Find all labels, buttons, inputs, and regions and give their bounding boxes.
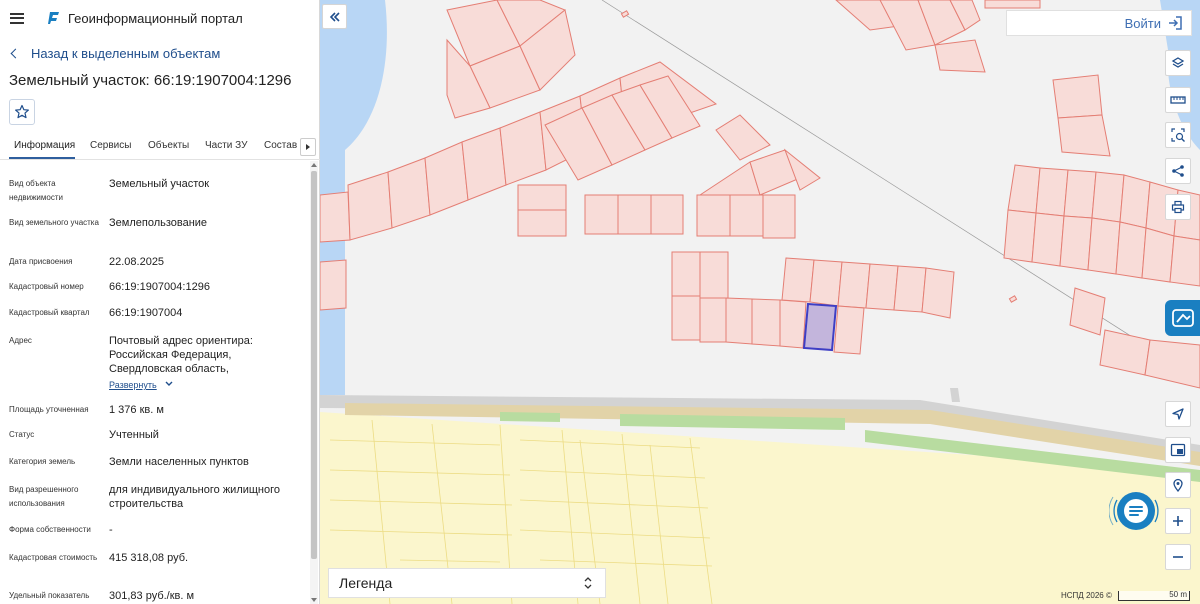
boundary-marker	[1008, 295, 1018, 303]
measure-button[interactable]	[1165, 87, 1191, 113]
legend-label: Легенда	[339, 575, 393, 591]
locate-button[interactable]	[1165, 401, 1191, 427]
layers-button[interactable]	[1165, 50, 1191, 76]
field-value: Земли населенных пунктов	[109, 456, 249, 468]
chevron-down-icon	[165, 381, 173, 386]
field-label: Кадастровая стоимость	[9, 553, 98, 562]
tab-composition[interactable]: Состав	[264, 140, 297, 151]
scale-label: 50 m	[1169, 590, 1187, 599]
scale-bar: 50 m	[1118, 591, 1190, 601]
expand-address-link[interactable]: Развернуть	[109, 378, 304, 392]
login-icon	[1169, 16, 1182, 30]
field-value: 415 318,08 руб.	[109, 552, 189, 564]
collapse-panel-button[interactable]	[322, 4, 347, 29]
login-button[interactable]: Войти	[1006, 10, 1192, 36]
print-icon	[1171, 200, 1185, 214]
portal-logo-icon	[47, 11, 61, 25]
field-label: Площадь уточненная	[9, 405, 89, 414]
field-label: Вид земельного участка	[9, 218, 99, 227]
field-label: Вид объекта недвижимости	[9, 179, 63, 202]
field-label: Форма собственности	[9, 525, 91, 534]
field-value: Земельный участок	[109, 178, 210, 190]
chevron-left-icon	[10, 48, 21, 59]
field-label: Удельный показатель	[9, 591, 90, 600]
field-value: 301,83 руб./кв. м	[109, 590, 195, 602]
scrollbar-thumb[interactable]	[311, 171, 317, 559]
star-icon	[15, 104, 29, 119]
share-button[interactable]	[1165, 158, 1191, 184]
tab-parts[interactable]: Части ЗУ	[205, 140, 247, 151]
layers-icon	[1171, 57, 1185, 68]
map-canvas[interactable]	[320, 0, 1200, 604]
tab-services[interactable]: Сервисы	[90, 140, 131, 151]
navigation-arrow-icon	[1172, 408, 1184, 420]
area-select-button[interactable]	[1165, 122, 1191, 148]
scroll-down-arrow[interactable]	[311, 598, 317, 602]
map-attribution: НСПД 2026 ©	[1061, 591, 1112, 600]
field-value: 1 376 кв. м	[109, 404, 164, 416]
legend-selector[interactable]: Легенда	[328, 568, 606, 598]
app-title: Геоинформационный портал	[68, 10, 243, 26]
field-label: Адрес	[9, 336, 32, 345]
basemap-icon	[1170, 443, 1186, 457]
field-value: Почтовый адрес ориентира: Российская Фед…	[109, 335, 253, 375]
attributes-list: Вид объекта недвижимости Земельный участ…	[0, 161, 309, 604]
minus-icon	[1173, 556, 1183, 558]
print-button[interactable]	[1165, 194, 1191, 220]
zoom-in-button[interactable]	[1165, 508, 1191, 534]
field-value: -	[109, 524, 113, 536]
double-chevron-left-icon	[329, 11, 340, 22]
ruler-icon	[1170, 96, 1186, 104]
field-label: Категория земель	[9, 457, 76, 466]
field-label: Кадастровый номер	[9, 282, 84, 291]
selected-parcel[interactable]	[802, 302, 838, 352]
search-location-button[interactable]	[1165, 472, 1191, 498]
parcels[interactable]	[320, 0, 1200, 389]
panel-scrollbar[interactable]	[310, 161, 318, 604]
tabs-next-button[interactable]	[300, 138, 316, 156]
side-panel-toggle[interactable]	[1165, 300, 1200, 336]
field-value[interactable]: 66:19:1907004	[109, 306, 304, 320]
updown-chevron-icon	[583, 576, 593, 591]
info-panel: Геоинформационный портал Назад к выделен…	[0, 0, 320, 604]
field-value: Землепользование	[109, 217, 208, 229]
tab-bar: Информация Сервисы Объекты Части ЗУ Сост…	[0, 136, 320, 160]
road-branch	[950, 388, 960, 402]
tab-info[interactable]: Информация	[14, 140, 75, 151]
back-to-selection-link[interactable]: Назад к выделенным объектам	[10, 46, 220, 61]
chat-icon	[1108, 492, 1159, 530]
field-value: Учтенный	[109, 429, 159, 441]
field-value: 22.08.2025	[109, 256, 165, 268]
top-bar: Геоинформационный портал	[0, 0, 319, 36]
field-value[interactable]: 66:19:1907004:1296	[109, 280, 304, 294]
page-title: Земельный участок: 66:19:1907004:1296	[9, 72, 292, 89]
field-value: для индивидуального жилищного строительс…	[109, 484, 281, 510]
pin-search-icon	[1173, 478, 1183, 492]
login-label: Войти	[1124, 15, 1161, 31]
expand-link-label: Развернуть	[109, 380, 157, 390]
back-link-label: Назад к выделенным объектам	[31, 46, 221, 61]
field-label: Вид разрешенного использования	[9, 485, 79, 508]
map-view[interactable]	[320, 0, 1200, 604]
field-label: Статус	[9, 430, 35, 439]
share-icon	[1172, 165, 1184, 177]
active-tab-indicator	[9, 157, 75, 159]
zoom-out-button[interactable]	[1165, 544, 1191, 570]
field-label: Дата присвоения	[9, 257, 73, 266]
basemap-button[interactable]	[1165, 437, 1191, 463]
chat-button[interactable]	[1108, 484, 1163, 538]
menu-icon[interactable]	[10, 12, 24, 24]
favorite-button[interactable]	[9, 99, 35, 125]
field-label: Кадастровый квартал	[9, 308, 90, 317]
plus-icon	[1173, 516, 1183, 526]
scroll-up-arrow[interactable]	[311, 163, 317, 167]
tab-objects[interactable]: Объекты	[148, 140, 189, 151]
area-search-icon	[1170, 127, 1185, 142]
map-panel-icon	[1171, 309, 1194, 327]
